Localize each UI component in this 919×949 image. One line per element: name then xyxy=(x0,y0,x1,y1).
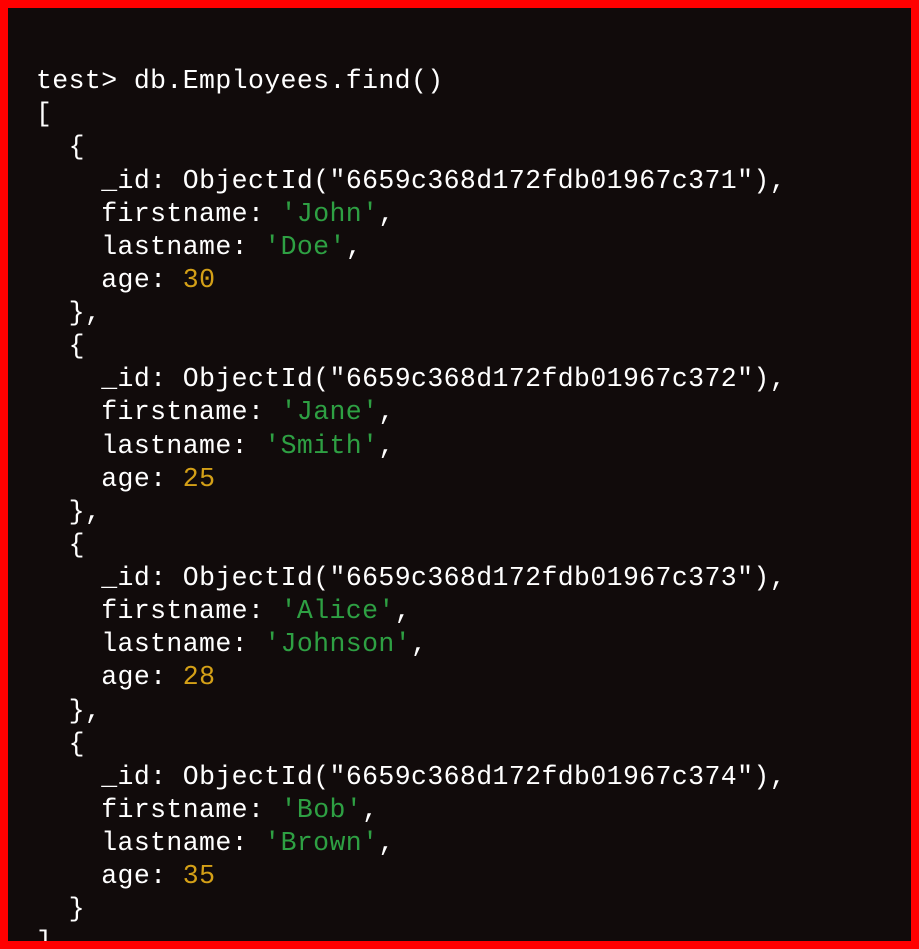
key-id: _id xyxy=(101,364,150,394)
colon: : xyxy=(150,563,166,593)
key-lastname: lastname xyxy=(101,828,231,858)
firstname-value: 'John' xyxy=(281,199,379,229)
paren-close: ) xyxy=(753,563,769,593)
colon: : xyxy=(232,828,248,858)
objectid-fn: ObjectId xyxy=(183,364,313,394)
comma: , xyxy=(85,298,101,328)
comma: , xyxy=(362,795,378,825)
colon: : xyxy=(248,199,264,229)
objectid-fn: ObjectId xyxy=(183,166,313,196)
colon: : xyxy=(150,464,166,494)
colon: : xyxy=(150,662,166,692)
colon: : xyxy=(232,232,248,262)
firstname-value: 'Jane' xyxy=(281,397,379,427)
comma: , xyxy=(770,762,786,792)
array-open-bracket: [ xyxy=(36,99,52,129)
object-open-brace: { xyxy=(69,729,85,759)
comma: , xyxy=(378,397,394,427)
colon: : xyxy=(248,795,264,825)
comma: , xyxy=(85,497,101,527)
object-open-brace: { xyxy=(69,530,85,560)
prompt: test> xyxy=(36,66,118,96)
objectid-value: "6659c368d172fdb01967c373" xyxy=(330,563,754,593)
paren-open: ( xyxy=(313,762,329,792)
array-close-bracket: ] xyxy=(36,927,52,941)
colon: : xyxy=(150,265,166,295)
age-value: 28 xyxy=(183,662,216,692)
paren-close: ) xyxy=(753,762,769,792)
key-firstname: firstname xyxy=(101,199,248,229)
comma: , xyxy=(770,166,786,196)
objectid-fn: ObjectId xyxy=(183,762,313,792)
paren-close: ) xyxy=(753,166,769,196)
terminal-window[interactable]: test> db.Employees.find() [ { _id: Objec… xyxy=(8,8,911,941)
comma: , xyxy=(770,364,786,394)
key-age: age xyxy=(101,265,150,295)
colon: : xyxy=(150,762,166,792)
colon: : xyxy=(248,596,264,626)
key-firstname: firstname xyxy=(101,596,248,626)
colon: : xyxy=(150,166,166,196)
lastname-value: 'Smith' xyxy=(264,431,378,461)
objectid-value: "6659c368d172fdb01967c374" xyxy=(330,762,754,792)
colon: : xyxy=(150,861,166,891)
age-value: 25 xyxy=(183,464,216,494)
key-lastname: lastname xyxy=(101,431,231,461)
lastname-value: 'Johnson' xyxy=(264,629,411,659)
object-close-brace: } xyxy=(69,696,85,726)
comma: , xyxy=(346,232,362,262)
key-age: age xyxy=(101,662,150,692)
key-firstname: firstname xyxy=(101,795,248,825)
key-lastname: lastname xyxy=(101,629,231,659)
comma: , xyxy=(378,431,394,461)
paren-open: ( xyxy=(313,364,329,394)
object-close-brace: } xyxy=(69,894,85,924)
firstname-value: 'Alice' xyxy=(281,596,395,626)
colon: : xyxy=(232,629,248,659)
comma: , xyxy=(395,596,411,626)
paren-close: ) xyxy=(753,364,769,394)
paren-open: ( xyxy=(313,563,329,593)
key-age: age xyxy=(101,464,150,494)
comma: , xyxy=(85,696,101,726)
objectid-value: "6659c368d172fdb01967c371" xyxy=(330,166,754,196)
key-age: age xyxy=(101,861,150,891)
key-id: _id xyxy=(101,762,150,792)
age-value: 30 xyxy=(183,265,216,295)
comma: , xyxy=(378,828,394,858)
key-firstname: firstname xyxy=(101,397,248,427)
prompt-line[interactable]: test> db.Employees.find() xyxy=(36,66,444,96)
objectid-fn: ObjectId xyxy=(183,563,313,593)
comma: , xyxy=(770,563,786,593)
comma: , xyxy=(411,629,427,659)
command: db.Employees.find() xyxy=(134,66,444,96)
key-id: _id xyxy=(101,166,150,196)
key-id: _id xyxy=(101,563,150,593)
comma: , xyxy=(378,199,394,229)
paren-open: ( xyxy=(313,166,329,196)
lastname-value: 'Doe' xyxy=(264,232,346,262)
object-open-brace: { xyxy=(69,331,85,361)
firstname-value: 'Bob' xyxy=(281,795,363,825)
age-value: 35 xyxy=(183,861,216,891)
object-close-brace: } xyxy=(69,298,85,328)
key-lastname: lastname xyxy=(101,232,231,262)
colon: : xyxy=(150,364,166,394)
object-close-brace: } xyxy=(69,497,85,527)
objectid-value: "6659c368d172fdb01967c372" xyxy=(330,364,754,394)
object-open-brace: { xyxy=(69,132,85,162)
colon: : xyxy=(232,431,248,461)
lastname-value: 'Brown' xyxy=(264,828,378,858)
colon: : xyxy=(248,397,264,427)
